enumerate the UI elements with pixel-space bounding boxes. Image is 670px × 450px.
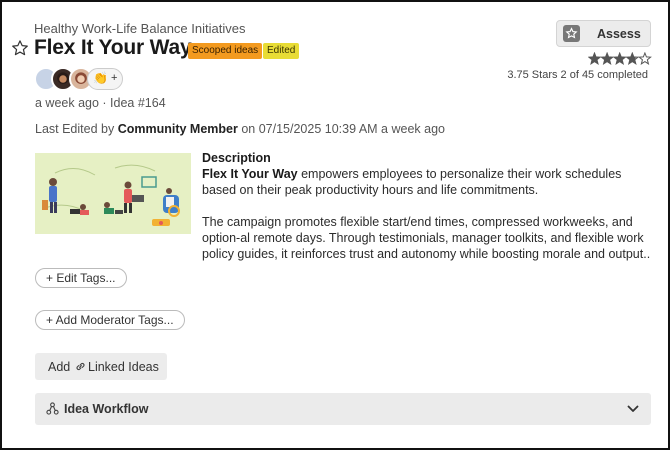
rating-star <box>588 53 601 64</box>
star-rating <box>588 52 652 65</box>
edit-tags-button[interactable]: + Edit Tags... <box>35 268 127 288</box>
editor-name[interactable]: Community Member <box>118 122 238 136</box>
workflow-icon <box>46 402 59 415</box>
campaign-name[interactable]: Healthy Work-Life Balance Initiatives <box>34 21 245 36</box>
rating-star-outline <box>637 52 652 65</box>
posted-time: a week ago <box>35 96 99 110</box>
idea-workflow-accordion[interactable]: Idea Workflow <box>35 393 651 425</box>
more-contributors-button[interactable]: 👏 + <box>87 68 123 90</box>
idea-number: · Idea #164 <box>102 96 166 110</box>
add-linked-ideas-button[interactable]: Add Linked Ideas <box>35 353 167 380</box>
post-meta: a week ago · Idea #164 <box>35 96 166 110</box>
add-moderator-tags-button[interactable]: + Add Moderator Tags... <box>35 310 185 330</box>
clapping-hands-icon: 👏 <box>93 71 108 85</box>
star-square-icon <box>563 25 580 42</box>
status-badge-edited: Edited <box>263 43 300 59</box>
assess-button[interactable]: Assess <box>556 20 651 47</box>
description-text: Flex It Your Way empowers employees to p… <box>202 167 651 261</box>
idea-title: Flex It Your Way <box>34 36 192 59</box>
rating-star <box>613 53 626 64</box>
idea-card: Healthy Work-Life Balance Initiatives Fl… <box>0 0 670 450</box>
last-edited: Last Edited by Community Member on 07/15… <box>35 122 445 136</box>
favorite-star-icon[interactable] <box>11 39 29 57</box>
rating-summary: 3.75 Stars 2 of 45 completed <box>507 69 648 81</box>
description-heading: Description <box>202 151 271 165</box>
link-icon <box>76 362 85 371</box>
rating-star <box>601 53 613 64</box>
status-badge-scooped: Scooped ideas <box>188 43 263 59</box>
idea-image[interactable] <box>35 153 191 234</box>
chevron-down-icon <box>627 405 639 412</box>
